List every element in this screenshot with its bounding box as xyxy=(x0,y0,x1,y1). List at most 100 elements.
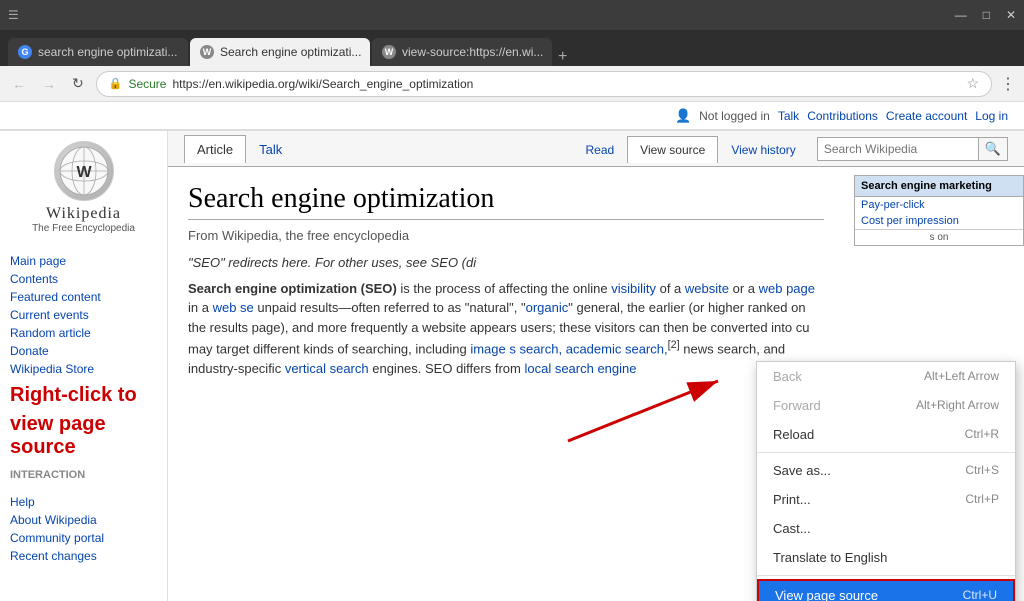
tab-1[interactable]: G search engine optimizati... ✕ xyxy=(8,38,188,66)
context-menu: Back Alt+Left Arrow Forward Alt+Right Ar… xyxy=(756,361,1016,601)
tab-2-icon: W xyxy=(200,45,214,59)
wiki-subtitle-text: The Free Encyclopedia xyxy=(10,223,157,234)
wiki-title-text: Wikipedia xyxy=(10,205,157,223)
sidebar-item-about[interactable]: About Wikipedia xyxy=(10,511,157,529)
user-icon: 👤 xyxy=(675,108,691,124)
ctx-print-shortcut: Ctrl+P xyxy=(965,492,999,507)
secure-label: Secure xyxy=(128,77,166,91)
ctx-save-label: Save as... xyxy=(773,463,831,478)
ctx-forward-shortcut: Alt+Right Arrow xyxy=(916,398,999,413)
tab-1-label: search engine optimizati... xyxy=(38,45,177,59)
ctx-reload-shortcut: Ctrl+R xyxy=(965,427,999,442)
bookmark-icon[interactable]: ☆ xyxy=(966,75,979,92)
ctx-cast[interactable]: Cast... xyxy=(757,514,1015,543)
tab-view-history[interactable]: View history xyxy=(718,136,808,163)
search-input[interactable] xyxy=(818,138,978,160)
wiki-logo: W Wikipedia The Free Encyclopedia xyxy=(10,131,157,240)
reload-button[interactable]: ↻ xyxy=(68,73,88,94)
ctx-back-label: Back xyxy=(773,369,802,384)
tab-view-source[interactable]: View source xyxy=(627,136,718,163)
tab-article[interactable]: Article xyxy=(184,135,246,163)
wiki-container: W Wikipedia The Free Encyclopedia Main p… xyxy=(0,131,1024,601)
article-intro-italic: "SEO" redirects here. For other uses, se… xyxy=(188,253,824,273)
minimize-button[interactable]: — xyxy=(955,8,967,22)
vertical-link[interactable]: vertical search xyxy=(285,361,369,376)
back-button[interactable]: ← xyxy=(8,74,30,94)
ctx-print[interactable]: Print... Ctrl+P xyxy=(757,485,1015,514)
sidebar-item-store[interactable]: Wikipedia Store xyxy=(10,360,157,378)
tab-2-label: Search engine optimizati... xyxy=(220,45,361,59)
tab-2[interactable]: W Search engine optimizati... ✕ xyxy=(190,38,370,66)
academic-link[interactable]: search, academic search, xyxy=(519,341,667,356)
infobox-see-also: s on xyxy=(855,229,1023,245)
ctx-translate[interactable]: Translate to English xyxy=(757,543,1015,572)
sidebar-item-random[interactable]: Random article xyxy=(10,324,157,342)
not-logged-in-text: Not logged in xyxy=(699,109,770,123)
new-tab-button[interactable]: + xyxy=(558,48,567,66)
sidebar-item-contents[interactable]: Contents xyxy=(10,270,157,288)
maximize-button[interactable]: □ xyxy=(983,8,990,22)
contributions-link[interactable]: Contributions xyxy=(807,109,878,123)
annotation-line2: view page source xyxy=(10,413,157,459)
sidebar-item-help[interactable]: Help xyxy=(10,493,157,511)
forward-button[interactable]: → xyxy=(38,74,60,94)
address-bar: ← → ↻ 🔒 Secure https://en.wikipedia.org/… xyxy=(0,66,1024,102)
tab-1-icon: G xyxy=(18,45,32,59)
ctx-view-source-label: View page source xyxy=(775,588,878,601)
svg-text:W: W xyxy=(76,164,92,181)
content-tabs: Article Talk Read View source View histo… xyxy=(168,131,1024,167)
local-link[interactable]: local search engine xyxy=(524,361,636,376)
article-text: "SEO" redirects here. For other uses, se… xyxy=(188,253,824,378)
close-button[interactable]: ✕ xyxy=(1006,8,1016,22)
log-in-link[interactable]: Log in xyxy=(975,109,1008,123)
ctx-reload[interactable]: Reload Ctrl+R xyxy=(757,420,1015,449)
web-page-link[interactable]: web page xyxy=(759,281,815,296)
tab-3-label: view-source:https://en.wi... xyxy=(402,45,543,59)
wiki-globe-svg: W xyxy=(58,145,110,197)
ctx-sep-1 xyxy=(757,452,1015,453)
infobox-item-1[interactable]: Pay-per-click xyxy=(855,197,1023,213)
interaction-nav: Help About Wikipedia Community portal Re… xyxy=(10,493,157,565)
ctx-translate-label: Translate to English xyxy=(773,550,887,565)
article-subtitle: From Wikipedia, the free encyclopedia xyxy=(188,228,824,243)
tab-talk[interactable]: Talk xyxy=(246,135,295,163)
interaction-section-label: Interaction xyxy=(10,469,157,481)
sidebar-item-community[interactable]: Community portal xyxy=(10,529,157,547)
annotation-line1: Right-click to xyxy=(10,384,157,407)
ctx-view-source[interactable]: View page source Ctrl+U xyxy=(757,579,1015,601)
talk-link[interactable]: Talk xyxy=(778,109,799,123)
sidebar-item-current-events[interactable]: Current events xyxy=(10,306,157,324)
article-paragraph-1: Search engine optimization (SEO) is the … xyxy=(188,279,824,379)
website-link[interactable]: website xyxy=(685,281,729,296)
browser-menu-icon[interactable]: ☰ xyxy=(8,8,19,22)
infobox-item-2[interactable]: Cost per impression xyxy=(855,213,1023,229)
ctx-reload-label: Reload xyxy=(773,427,814,442)
search-button[interactable]: 🔍 xyxy=(978,138,1007,160)
sidebar-item-main-page[interactable]: Main page xyxy=(10,252,157,270)
web-se-link[interactable]: web se xyxy=(213,300,254,315)
browser-options-icon[interactable]: ⋮ xyxy=(1000,74,1016,94)
ctx-forward-label: Forward xyxy=(773,398,821,413)
ctx-save-shortcut: Ctrl+S xyxy=(965,463,999,478)
tab-read[interactable]: Read xyxy=(572,136,627,163)
ctx-print-label: Print... xyxy=(773,492,811,507)
ctx-forward: Forward Alt+Right Arrow xyxy=(757,391,1015,420)
create-account-link[interactable]: Create account xyxy=(886,109,967,123)
wiki-globe: W xyxy=(54,141,114,201)
sidebar-item-featured[interactable]: Featured content xyxy=(10,288,157,306)
sidebar-item-recent[interactable]: Recent changes xyxy=(10,547,157,565)
sidebar-item-donate[interactable]: Donate xyxy=(10,342,157,360)
address-text: https://en.wikipedia.org/wiki/Search_eng… xyxy=(172,77,960,91)
visibility-link[interactable]: visibility xyxy=(611,281,656,296)
user-bar: 👤 Not logged in Talk Contributions Creat… xyxy=(0,102,1024,131)
address-input-container[interactable]: 🔒 Secure https://en.wikipedia.org/wiki/S… xyxy=(96,71,992,97)
ctx-cast-label: Cast... xyxy=(773,521,811,536)
tab-3[interactable]: W view-source:https://en.wi... ✕ xyxy=(372,38,552,66)
title-bar: ☰ — □ ✕ xyxy=(0,0,1024,30)
tabs-right: Read View source View history 🔍 xyxy=(572,136,1008,162)
ctx-save[interactable]: Save as... Ctrl+S xyxy=(757,456,1015,485)
image-link[interactable]: image s xyxy=(470,341,516,356)
organic-link[interactable]: organic xyxy=(526,300,569,315)
ctx-sep-2 xyxy=(757,575,1015,576)
main-content: Article Talk Read View source View histo… xyxy=(168,131,1024,601)
